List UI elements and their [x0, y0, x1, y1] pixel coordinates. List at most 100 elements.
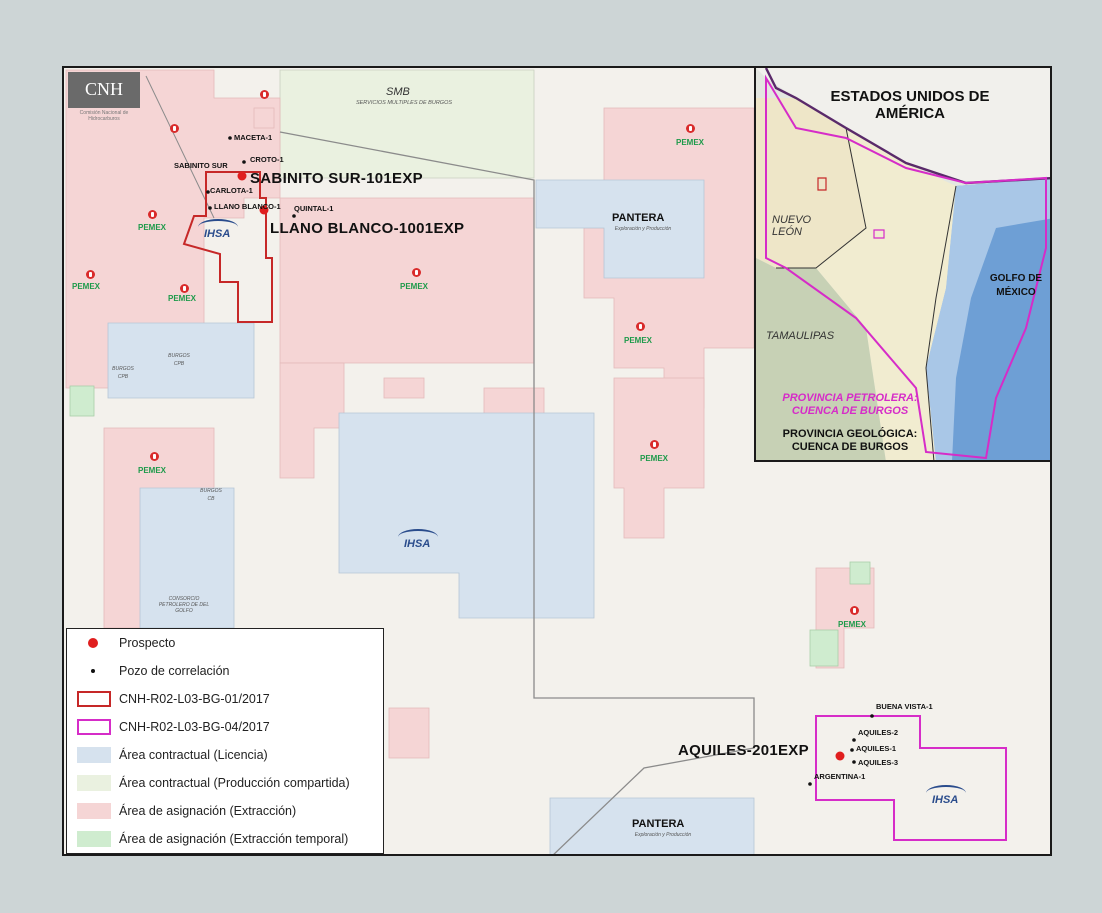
legend-item-pozo: Pozo de correlación	[67, 657, 383, 685]
magenta-outline-swatch	[77, 719, 111, 735]
pemex-logo-icon	[850, 606, 859, 615]
prospect-dot-icon	[77, 635, 111, 651]
operator-label-pemex: PEMEX	[138, 466, 167, 475]
legend-item-licencia: Área contractual (Licencia)	[67, 741, 383, 769]
inset-country-label: ESTADOS UNIDOS DE AMÉRICA	[830, 88, 990, 122]
area-sub-pantera-n: Exploración y Producción	[614, 226, 672, 232]
operator-label-pemex: PEMEX	[72, 282, 101, 291]
area-label-consorcio: CONSORCIO PETROLERO DE DEL GOLFO	[158, 596, 210, 614]
operator-label-pemex: PEMEX	[168, 294, 197, 303]
well-label: AQUILES-3	[858, 758, 899, 767]
area-blue-ihsa-center	[338, 412, 595, 619]
well-label: ARGENTINA-1	[814, 772, 866, 781]
red-outline-swatch	[77, 691, 111, 707]
prospect-label-aquiles: AQUILES-201EXP	[678, 742, 809, 759]
operator-label-pemex: PEMEX	[138, 223, 167, 232]
legend: Prospecto Pozo de correlación CNH-R02-L0…	[66, 628, 384, 854]
well-label: MACETA-1	[234, 133, 273, 142]
pemex-logo-icon	[86, 270, 95, 279]
pemex-logo-icon	[686, 124, 695, 133]
area-label-pantera-s: PANTERA	[632, 818, 685, 830]
legend-item-produccion: Área contractual (Producción compartida)	[67, 769, 383, 797]
legend-label: Prospecto	[119, 636, 176, 650]
prospect-label-llano: LLANO BLANCO-1001EXP	[270, 220, 465, 237]
area-label-smb: SMB	[386, 86, 410, 98]
legend-label: Área de asignación (Extracción temporal)	[119, 832, 349, 846]
pink-fill-swatch	[77, 803, 111, 819]
blue-fill-swatch	[77, 747, 111, 763]
well-dot-aquiles1	[850, 748, 854, 752]
prospect-dot-sabinito	[237, 171, 247, 181]
legend-item-temporal: Área de asignación (Extracción temporal)	[67, 825, 383, 853]
well-label: SABINITO SUR	[174, 161, 228, 170]
well-label: LLANO BLANCO-1	[214, 202, 281, 211]
inset-location-map: ESTADOS UNIDOS DE AMÉRICA NUEVO LEÓN TAM…	[754, 68, 1050, 462]
legend-item-bg04: CNH-R02-L03-BG-04/2017	[67, 713, 383, 741]
pemex-logo-icon	[260, 90, 269, 99]
well-label: QUINTAL-1	[294, 204, 334, 213]
well-dot-llano	[208, 206, 212, 210]
inset-state-label: NUEVO LEÓN	[772, 214, 812, 238]
well-dot-argentina	[808, 782, 812, 786]
legend-label: CNH-R02-L03-BG-01/2017	[119, 692, 270, 706]
pemex-logo-icon	[170, 124, 179, 133]
area-sub-pantera-s: Exploración y Producción	[634, 832, 692, 838]
operator-label-pemex: PEMEX	[838, 620, 867, 629]
legend-label: CNH-R02-L03-BG-04/2017	[119, 720, 270, 734]
cnh-logo-subtitle: Comisión Nacional de Hidrocarburos	[79, 110, 129, 122]
operator-label-ihsa: IHSA	[197, 219, 239, 240]
pemex-logo-icon	[636, 322, 645, 331]
area-green-1	[69, 385, 95, 417]
map-frame: CNH Comisión Nacional de Hidrocarburos S…	[62, 66, 1052, 856]
pemex-logo-icon	[412, 268, 421, 277]
green-fill-swatch	[77, 831, 111, 847]
cnh-logo: CNH	[68, 72, 140, 108]
area-green-3	[849, 561, 871, 585]
pemex-logo-icon	[150, 452, 159, 461]
well-dot-croto	[242, 160, 246, 164]
inset-prov-petrolera-label: PROVINCIA PETROLERA: CUENCA DE BURGOS	[782, 392, 918, 417]
operator-label-pemex: PEMEX	[640, 454, 669, 463]
area-sub-burgos-2: CPB	[173, 361, 185, 367]
well-dot-quintal	[292, 214, 296, 218]
pemex-logo-icon	[180, 284, 189, 293]
legend-label: Área contractual (Licencia)	[119, 748, 268, 762]
legend-item-bg01: CNH-R02-L03-BG-01/2017	[67, 685, 383, 713]
prospect-dot-aquiles	[835, 751, 845, 761]
well-label: AQUILES-2	[858, 728, 899, 737]
area-pink-small4	[253, 107, 275, 129]
area-label-burgos-2: BURGOS	[168, 353, 190, 359]
well-label: CROTO-1	[250, 155, 284, 164]
area-pink-center2	[279, 362, 345, 479]
inset-state-label: TAMAULIPAS	[766, 330, 835, 342]
area-green-2	[809, 629, 839, 667]
legend-item-extraccion: Área de asignación (Extracción)	[67, 797, 383, 825]
area-pink-small1	[383, 377, 425, 399]
operator-label-pemex: PEMEX	[400, 282, 429, 291]
inset-gulf-label: GOLFO DE MÉXICO	[989, 273, 1043, 298]
well-label: BUENA VISTA-1	[876, 702, 933, 711]
well-dot-aquiles2	[852, 738, 856, 742]
area-label-burgos-3: BURGOS	[200, 488, 222, 494]
inset-prov-geologica-label: PROVINCIA GEOLÓGICA: CUENCA DE BURGOS	[782, 428, 918, 453]
well-dot-icon	[77, 663, 111, 679]
area-label-burgos-1: BURGOS	[112, 366, 134, 372]
legend-item-prospecto: Prospecto	[67, 629, 383, 657]
yellow-green-fill-swatch	[77, 775, 111, 791]
pemex-logo-icon	[148, 210, 157, 219]
well-label: AQUILES-1	[856, 744, 897, 753]
operator-label-pemex: PEMEX	[676, 138, 705, 147]
prospect-label-sabinito: SABINITO SUR-101EXP	[250, 170, 423, 187]
legend-label: Área contractual (Producción compartida)	[119, 776, 350, 790]
operator-label-ihsa: IHSA	[925, 785, 967, 806]
pemex-logo-icon	[650, 440, 659, 449]
legend-label: Pozo de correlación	[119, 664, 230, 678]
area-pink-small3	[388, 707, 430, 759]
well-dot-maceta	[228, 136, 232, 140]
area-sub-burgos-3: CB	[207, 496, 215, 502]
area-sub-smb: SERVICIOS MULTIPLES DE BURGOS	[355, 100, 453, 106]
well-label: CARLOTA-1	[210, 186, 253, 195]
well-dot-aquiles3	[852, 760, 856, 764]
operator-label-pemex: PEMEX	[624, 336, 653, 345]
well-dot-buenavista	[870, 714, 874, 718]
